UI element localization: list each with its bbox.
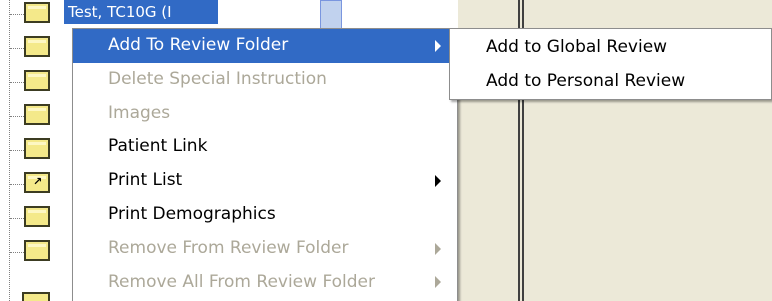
tree-scroll-thumb[interactable] — [320, 0, 342, 30]
tree-branch-line — [10, 218, 24, 219]
tree-node[interactable] — [10, 170, 70, 200]
submenu-arrow-icon — [435, 175, 441, 188]
menu-item-label: Print List — [108, 170, 183, 191]
folder-icon — [24, 70, 50, 91]
menu-item-add-to-review-folder[interactable]: Add To Review Folder — [73, 29, 457, 63]
folder-icon — [24, 206, 50, 227]
tree-node[interactable] — [10, 102, 70, 132]
menu-item-label: Patient Link — [108, 136, 208, 157]
tree-node[interactable] — [10, 34, 70, 64]
selected-tree-node-label: Test, TC10G (I — [68, 3, 172, 21]
menu-item-delete-special-instruction: Delete Special Instruction — [73, 63, 457, 97]
menu-item-add-to-personal-review[interactable]: Add to Personal Review — [450, 64, 771, 98]
tree-node[interactable] — [10, 68, 70, 98]
tree-branch-line — [10, 116, 24, 117]
folder-icon — [24, 240, 50, 261]
tree-branch-line — [10, 82, 24, 83]
context-menu: Add To Review Folder Delete Special Inst… — [72, 28, 458, 301]
menu-item-patient-link[interactable]: Patient Link — [73, 130, 457, 164]
tree-branch-line — [10, 150, 24, 151]
tree-node[interactable] — [10, 204, 70, 234]
folder-shortcut-icon — [24, 172, 50, 193]
tree-branch-line — [10, 184, 24, 185]
submenu-arrow-icon — [435, 276, 441, 289]
review-folder-submenu: Add to Global Review Add to Personal Rev… — [449, 28, 772, 100]
menu-item-label: Images — [108, 102, 171, 123]
folder-icon — [24, 138, 50, 159]
menu-item-remove-from-review-folder: Remove From Review Folder — [73, 232, 457, 266]
application-window: Test, TC10G (I Add To Review Folder Dele… — [0, 0, 772, 301]
selected-tree-node[interactable]: Test, TC10G (I — [64, 0, 218, 24]
folder-icon — [24, 36, 50, 57]
menu-item-label: Add to Global Review — [486, 37, 668, 57]
folder-icon — [22, 292, 50, 301]
folder-icon — [24, 104, 50, 125]
tree-branch-line — [10, 48, 24, 49]
tree-node[interactable] — [10, 0, 70, 30]
menu-item-label: Add To Review Folder — [108, 35, 289, 55]
submenu-arrow-icon — [435, 242, 441, 255]
menu-item-label: Add to Personal Review — [486, 71, 686, 91]
tree-node[interactable] — [10, 238, 70, 268]
menu-item-images: Images — [73, 97, 457, 131]
menu-item-print-demographics[interactable]: Print Demographics — [73, 198, 457, 232]
tree-node[interactable] — [10, 136, 70, 166]
folder-icon — [24, 2, 50, 23]
menu-item-label: Remove All From Review Folder — [108, 271, 375, 292]
menu-item-label: Delete Special Instruction — [108, 68, 327, 89]
tree-branch-line — [10, 252, 24, 253]
tree-branch-line — [10, 14, 24, 15]
menu-item-label: Remove From Review Folder — [108, 237, 349, 258]
menu-item-remove-all-from-review-folder: Remove All From Review Folder — [73, 266, 457, 300]
menu-item-add-to-global-review[interactable]: Add to Global Review — [450, 30, 771, 64]
menu-item-print-list[interactable]: Print List — [73, 164, 457, 198]
menu-item-label: Print Demographics — [108, 203, 276, 224]
submenu-arrow-icon — [435, 39, 441, 52]
